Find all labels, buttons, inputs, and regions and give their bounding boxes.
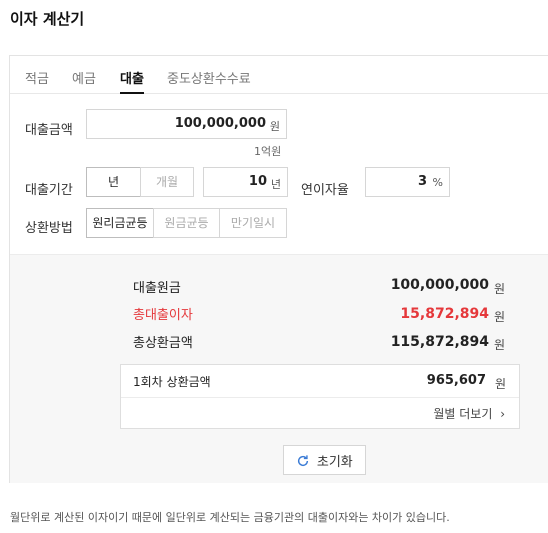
first-payment-value: 965,607 bbox=[426, 373, 486, 388]
tab-prepayment-fee[interactable]: 중도상환수수료 bbox=[167, 68, 251, 94]
total-unit: 원 bbox=[494, 338, 506, 352]
period-unit: 년 bbox=[270, 178, 281, 191]
interest-unit: 원 bbox=[494, 310, 506, 324]
interest-label: 총대출이자 bbox=[133, 308, 193, 323]
monthly-more-label: 월별 더보기 bbox=[433, 407, 493, 421]
amount-value: 100,000,000 bbox=[174, 116, 266, 131]
method-equal-principal[interactable]: 원금균등 bbox=[153, 208, 220, 238]
page-title: 이자 계산기 bbox=[10, 10, 85, 28]
first-payment-unit: 원 bbox=[495, 377, 507, 391]
chevron-right-icon: › bbox=[500, 407, 505, 421]
method-label: 상환방법 bbox=[25, 221, 73, 236]
footer-note: 월단위로 계산된 이자이기 때문에 일단위로 계산되는 금융기관의 대출이자와는… bbox=[10, 511, 450, 524]
first-payment-label: 1회차 상환금액 bbox=[133, 375, 211, 389]
period-year-toggle[interactable]: 년 bbox=[86, 167, 141, 197]
principal-unit: 원 bbox=[494, 282, 506, 296]
monthly-more-link[interactable]: 월별 더보기 › bbox=[433, 405, 505, 422]
period-value: 10 bbox=[248, 174, 267, 189]
amount-input[interactable]: 100,000,000 원 bbox=[86, 109, 287, 139]
interest-value: 15,872,894 bbox=[400, 306, 489, 322]
principal-value: 100,000,000 bbox=[390, 277, 489, 293]
result-panel: 대출원금 100,000,000 원 총대출이자 15,872,894 원 총상… bbox=[10, 254, 548, 483]
amount-label: 대출금액 bbox=[25, 123, 73, 138]
rate-unit: % bbox=[432, 176, 443, 189]
rate-input[interactable]: 3 % bbox=[365, 167, 450, 197]
tab-bar: 적금 예금 대출 중도상환수수료 bbox=[10, 56, 548, 94]
reset-button[interactable]: 초기화 bbox=[283, 445, 366, 475]
amount-unit: 원 bbox=[269, 120, 280, 133]
tab-deposit[interactable]: 예금 bbox=[72, 68, 96, 94]
principal-label: 대출원금 bbox=[133, 281, 181, 296]
reset-label: 초기화 bbox=[316, 453, 353, 469]
period-month-toggle[interactable]: 개월 bbox=[140, 167, 194, 197]
period-input[interactable]: 10 년 bbox=[203, 167, 288, 197]
tab-savings[interactable]: 적금 bbox=[25, 68, 49, 94]
method-equal-payment[interactable]: 원리금균등 bbox=[86, 208, 154, 238]
tab-loan[interactable]: 대출 bbox=[120, 68, 144, 94]
total-label: 총상환금액 bbox=[133, 336, 193, 351]
first-payment-box: 1회차 상환금액 965,607 원 월별 더보기 › bbox=[120, 364, 520, 429]
divider bbox=[121, 397, 519, 398]
total-value: 115,872,894 bbox=[390, 334, 489, 350]
rate-value: 3 bbox=[417, 174, 427, 189]
calculator-card: 적금 예금 대출 중도상환수수료 대출금액 100,000,000 원 1억원 … bbox=[9, 55, 548, 483]
period-label: 대출기간 bbox=[25, 183, 73, 198]
rate-label: 연이자율 bbox=[301, 183, 349, 198]
refresh-icon bbox=[298, 454, 309, 466]
amount-hint: 1억원 bbox=[254, 145, 282, 158]
method-bullet[interactable]: 만기일시 bbox=[219, 208, 287, 238]
